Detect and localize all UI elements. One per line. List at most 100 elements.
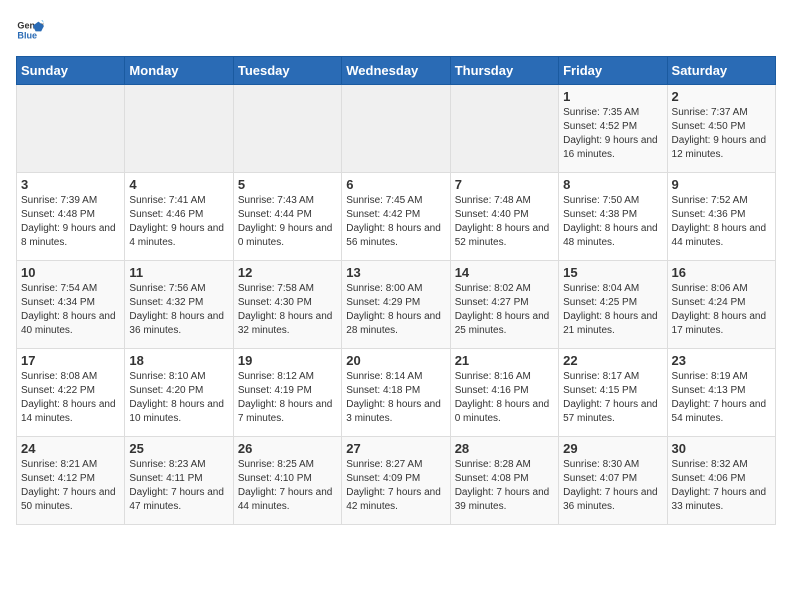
day-info: Sunrise: 7:43 AM Sunset: 4:44 PM Dayligh… [238, 194, 337, 250]
calendar-cell: 6 Sunrise: 7:45 AM Sunset: 4:42 PM Daylig… [342, 173, 450, 261]
day-number: 26 [238, 441, 337, 456]
day-info: Sunrise: 8:16 AM Sunset: 4:16 PM Dayligh… [455, 370, 554, 426]
day-info: Sunrise: 7:48 AM Sunset: 4:40 PM Dayligh… [455, 194, 554, 250]
calendar-cell: 20Sunrise: 8:14 AM Sunset: 4:18 PM Dayli… [342, 349, 450, 437]
calendar-cell: 28 Sunrise: 8:28 AM Sunset: 4:08 PM Dayli… [450, 437, 558, 525]
day-info: Sunrise: 8:10 AM Sunset: 4:20 PM Dayligh… [129, 370, 228, 426]
day-info: Sunrise: 8:27 AM Sunset: 4:09 PM Dayligh… [346, 458, 445, 514]
logo: General Blue [16, 16, 48, 44]
day-number: 21 [455, 353, 554, 368]
day-number: 29 [563, 441, 662, 456]
calendar-cell: 18 Sunrise: 8:10 AM Sunset: 4:20 PM Dayli… [125, 349, 233, 437]
calendar-cell: 11 Sunrise: 7:56 AM Sunset: 4:32 PM Dayli… [125, 261, 233, 349]
calendar-cell [125, 85, 233, 173]
day-info: Sunrise: 8:17 AM Sunset: 4:15 PM Dayligh… [563, 370, 662, 426]
day-number: 19 [238, 353, 337, 368]
calendar-cell: 13Sunrise: 8:00 AM Sunset: 4:29 PM Dayli… [342, 261, 450, 349]
weekday-header-thursday: Thursday [450, 57, 558, 85]
day-number: 28 [455, 441, 554, 456]
calendar-cell: 9 Sunrise: 7:52 AM Sunset: 4:36 PM Daylig… [667, 173, 775, 261]
day-number: 10 [21, 265, 120, 280]
calendar-cell [233, 85, 341, 173]
calendar-cell: 2 Sunrise: 7:37 AM Sunset: 4:50 PM Daylig… [667, 85, 775, 173]
weekday-header-sunday: Sunday [17, 57, 125, 85]
day-info: Sunrise: 8:02 AM Sunset: 4:27 PM Dayligh… [455, 282, 554, 338]
day-number: 20 [346, 353, 445, 368]
day-number: 22 [563, 353, 662, 368]
day-number: 18 [129, 353, 228, 368]
calendar-cell: 29 Sunrise: 8:30 AM Sunset: 4:07 PM Dayli… [559, 437, 667, 525]
day-number: 6 [346, 177, 445, 192]
day-number: 9 [672, 177, 771, 192]
day-number: 5 [238, 177, 337, 192]
day-number: 16 [672, 265, 771, 280]
day-number: 25 [129, 441, 228, 456]
day-number: 27 [346, 441, 445, 456]
calendar-cell: 26Sunrise: 8:25 AM Sunset: 4:10 PM Dayli… [233, 437, 341, 525]
day-info: Sunrise: 8:00 AM Sunset: 4:29 PM Dayligh… [346, 282, 445, 338]
day-info: Sunrise: 8:21 AM Sunset: 4:12 PM Dayligh… [21, 458, 120, 514]
day-number: 14 [455, 265, 554, 280]
day-info: Sunrise: 7:35 AM Sunset: 4:52 PM Dayligh… [563, 106, 662, 162]
day-info: Sunrise: 7:50 AM Sunset: 4:38 PM Dayligh… [563, 194, 662, 250]
calendar-cell: 27 Sunrise: 8:27 AM Sunset: 4:09 PM Dayli… [342, 437, 450, 525]
day-number: 7 [455, 177, 554, 192]
day-number: 17 [21, 353, 120, 368]
calendar-week-row: 10 Sunrise: 7:54 AM Sunset: 4:34 PM Dayli… [17, 261, 776, 349]
day-number: 3 [21, 177, 120, 192]
weekday-header-saturday: Saturday [667, 57, 775, 85]
calendar-cell: 25Sunrise: 8:23 AM Sunset: 4:11 PM Dayli… [125, 437, 233, 525]
day-number: 11 [129, 265, 228, 280]
calendar-cell: 30 Sunrise: 8:32 AM Sunset: 4:06 PM Dayli… [667, 437, 775, 525]
day-info: Sunrise: 7:58 AM Sunset: 4:30 PM Dayligh… [238, 282, 337, 338]
day-number: 1 [563, 89, 662, 104]
calendar-week-row: 3 Sunrise: 7:39 AM Sunset: 4:48 PM Daylig… [17, 173, 776, 261]
day-number: 23 [672, 353, 771, 368]
svg-text:Blue: Blue [17, 30, 37, 40]
calendar-cell: 16 Sunrise: 8:06 AM Sunset: 4:24 PM Dayli… [667, 261, 775, 349]
day-info: Sunrise: 8:32 AM Sunset: 4:06 PM Dayligh… [672, 458, 771, 514]
calendar-cell: 4 Sunrise: 7:41 AM Sunset: 4:46 PM Daylig… [125, 173, 233, 261]
day-number: 2 [672, 89, 771, 104]
day-info: Sunrise: 7:41 AM Sunset: 4:46 PM Dayligh… [129, 194, 228, 250]
calendar-week-row: 24 Sunrise: 8:21 AM Sunset: 4:12 PM Dayli… [17, 437, 776, 525]
weekday-header-friday: Friday [559, 57, 667, 85]
day-number: 12 [238, 265, 337, 280]
calendar-cell: 19 Sunrise: 8:12 AM Sunset: 4:19 PM Dayli… [233, 349, 341, 437]
weekday-header-tuesday: Tuesday [233, 57, 341, 85]
day-info: Sunrise: 7:56 AM Sunset: 4:32 PM Dayligh… [129, 282, 228, 338]
calendar-cell: 7 Sunrise: 7:48 AM Sunset: 4:40 PM Daylig… [450, 173, 558, 261]
day-info: Sunrise: 8:28 AM Sunset: 4:08 PM Dayligh… [455, 458, 554, 514]
day-info: Sunrise: 8:06 AM Sunset: 4:24 PM Dayligh… [672, 282, 771, 338]
day-info: Sunrise: 7:37 AM Sunset: 4:50 PM Dayligh… [672, 106, 771, 162]
day-number: 15 [563, 265, 662, 280]
calendar-week-row: 1 Sunrise: 7:35 AM Sunset: 4:52 PM Daylig… [17, 85, 776, 173]
calendar-cell: 17 Sunrise: 8:08 AM Sunset: 4:22 PM Dayli… [17, 349, 125, 437]
day-number: 30 [672, 441, 771, 456]
calendar-cell: 24 Sunrise: 8:21 AM Sunset: 4:12 PM Dayli… [17, 437, 125, 525]
day-number: 8 [563, 177, 662, 192]
day-number: 4 [129, 177, 228, 192]
calendar-cell [17, 85, 125, 173]
header: General Blue [16, 16, 776, 44]
calendar-cell: 23Sunrise: 8:19 AM Sunset: 4:13 PM Dayli… [667, 349, 775, 437]
day-info: Sunrise: 7:54 AM Sunset: 4:34 PM Dayligh… [21, 282, 120, 338]
calendar-cell: 15 Sunrise: 8:04 AM Sunset: 4:25 PM Dayli… [559, 261, 667, 349]
day-info: Sunrise: 7:39 AM Sunset: 4:48 PM Dayligh… [21, 194, 120, 250]
day-info: Sunrise: 7:52 AM Sunset: 4:36 PM Dayligh… [672, 194, 771, 250]
calendar-cell: 3 Sunrise: 7:39 AM Sunset: 4:48 PM Daylig… [17, 173, 125, 261]
day-info: Sunrise: 8:12 AM Sunset: 4:19 PM Dayligh… [238, 370, 337, 426]
day-number: 24 [21, 441, 120, 456]
calendar-cell: 1 Sunrise: 7:35 AM Sunset: 4:52 PM Daylig… [559, 85, 667, 173]
calendar-cell [450, 85, 558, 173]
calendar-cell: 21 Sunrise: 8:16 AM Sunset: 4:16 PM Dayli… [450, 349, 558, 437]
calendar-week-row: 17 Sunrise: 8:08 AM Sunset: 4:22 PM Dayli… [17, 349, 776, 437]
day-info: Sunrise: 8:08 AM Sunset: 4:22 PM Dayligh… [21, 370, 120, 426]
day-info: Sunrise: 8:04 AM Sunset: 4:25 PM Dayligh… [563, 282, 662, 338]
calendar-cell: 10 Sunrise: 7:54 AM Sunset: 4:34 PM Dayli… [17, 261, 125, 349]
weekday-header-wednesday: Wednesday [342, 57, 450, 85]
calendar-table: SundayMondayTuesdayWednesdayThursdayFrid… [16, 56, 776, 525]
day-info: Sunrise: 7:45 AM Sunset: 4:42 PM Dayligh… [346, 194, 445, 250]
day-info: Sunrise: 8:30 AM Sunset: 4:07 PM Dayligh… [563, 458, 662, 514]
weekday-header-monday: Monday [125, 57, 233, 85]
